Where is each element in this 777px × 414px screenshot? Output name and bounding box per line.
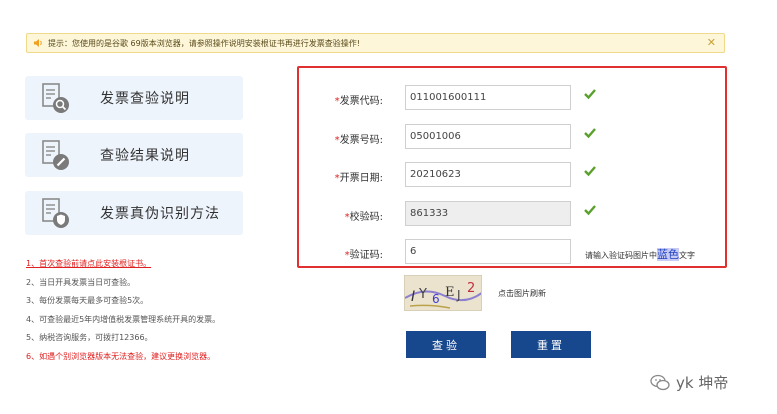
list-item: 4、可查验最近5年内增值税发票管理系统开具的发票。 bbox=[26, 314, 221, 324]
invoice-number-label: 发票号码: bbox=[339, 135, 383, 146]
check-code-input[interactable]: 861333 bbox=[405, 201, 571, 226]
captcha-refresh-text[interactable]: 点击图片刷新 bbox=[498, 288, 546, 299]
sidebar-item-result-guide[interactable]: 查验结果说明 bbox=[25, 133, 243, 177]
instructions-list: 1、首次查验前请点此安装根证书。 2、当日开具发票当日可查验。 3、每份发票每天… bbox=[26, 255, 286, 366]
invoice-form: *发票代码: 011001600111 *发票号码: 05001006 *开票日… bbox=[297, 66, 727, 268]
check-code-label: 校验码: bbox=[349, 212, 383, 223]
row-captcha: *验证码: 6 请输入验证码图片中蓝色文字 bbox=[299, 239, 725, 265]
list-item: 2、当日开具发票当日可查验。 bbox=[26, 277, 136, 287]
watermark-text: yk 坤帝 bbox=[676, 374, 729, 392]
invoice-code-label: 发票代码: bbox=[339, 96, 383, 107]
notice-bar: 提示：您使用的是谷歌 69版本浏览器，请参照操作说明安装根证书再进行发票查验操作… bbox=[26, 33, 725, 53]
captcha-graphic: I Y 6 E J 2 bbox=[405, 276, 481, 310]
notice-text: 提示：您使用的是谷歌 69版本浏览器，请参照操作说明安装根证书再进行发票查验操作… bbox=[48, 38, 360, 48]
list-item: 5、纳税咨询服务，可拨打12366。 bbox=[26, 333, 153, 342]
captcha-input[interactable]: 6 bbox=[405, 239, 571, 264]
list-item: 3、每份发票每天最多可查验5次。 bbox=[26, 296, 149, 305]
speaker-icon bbox=[34, 39, 42, 47]
check-icon bbox=[584, 89, 596, 100]
svg-text:E: E bbox=[445, 285, 455, 300]
captcha-label: 验证码: bbox=[349, 250, 383, 261]
row-check-code: *校验码: 861333 bbox=[299, 201, 725, 227]
svg-text:Y: Y bbox=[418, 287, 427, 302]
document-edit-icon bbox=[42, 140, 69, 170]
row-invoice-code: *发票代码: 011001600111 bbox=[299, 85, 725, 111]
svg-text:6: 6 bbox=[432, 292, 440, 306]
sidebar-item-check-guide[interactable]: 发票查验说明 bbox=[25, 76, 243, 120]
issue-date-input[interactable]: 20210623 bbox=[405, 162, 571, 187]
captcha-hint: 请输入验证码图片中蓝色文字 bbox=[585, 248, 695, 261]
check-icon bbox=[584, 205, 596, 216]
svg-text:J: J bbox=[456, 288, 461, 302]
captcha-image[interactable]: I Y 6 E J 2 bbox=[404, 275, 482, 311]
install-cert-link[interactable]: 1、首次查验前请点此安装根证书。 bbox=[26, 255, 286, 274]
row-invoice-number: *发票号码: 05001006 bbox=[299, 124, 725, 150]
close-icon[interactable]: ✕ bbox=[707, 36, 716, 49]
wechat-icon bbox=[650, 374, 670, 390]
check-button[interactable]: 查验 bbox=[406, 331, 486, 358]
svg-text:I: I bbox=[411, 289, 415, 305]
watermark: yk 坤帝 bbox=[650, 372, 728, 393]
svg-text:2: 2 bbox=[467, 281, 475, 296]
invoice-number-input[interactable]: 05001006 bbox=[405, 124, 571, 149]
document-search-icon bbox=[42, 83, 69, 113]
sidebar-item-label: 发票真伪识别方法 bbox=[100, 206, 220, 222]
sidebar-item-authenticity[interactable]: 发票真伪识别方法 bbox=[25, 191, 243, 235]
reset-button[interactable]: 重置 bbox=[511, 331, 591, 358]
list-item: 6、如遇个别浏览器版本无法查验，建议更换浏览器。 bbox=[26, 351, 216, 361]
invoice-code-input[interactable]: 011001600111 bbox=[405, 85, 571, 110]
row-issue-date: *开票日期: 20210623 bbox=[299, 162, 725, 188]
check-icon bbox=[584, 128, 596, 139]
issue-date-label: 开票日期: bbox=[339, 173, 383, 184]
check-icon bbox=[584, 166, 596, 177]
sidebar-item-label: 发票查验说明 bbox=[100, 91, 190, 107]
sidebar-item-label: 查验结果说明 bbox=[100, 148, 190, 164]
document-shield-icon bbox=[42, 198, 69, 228]
